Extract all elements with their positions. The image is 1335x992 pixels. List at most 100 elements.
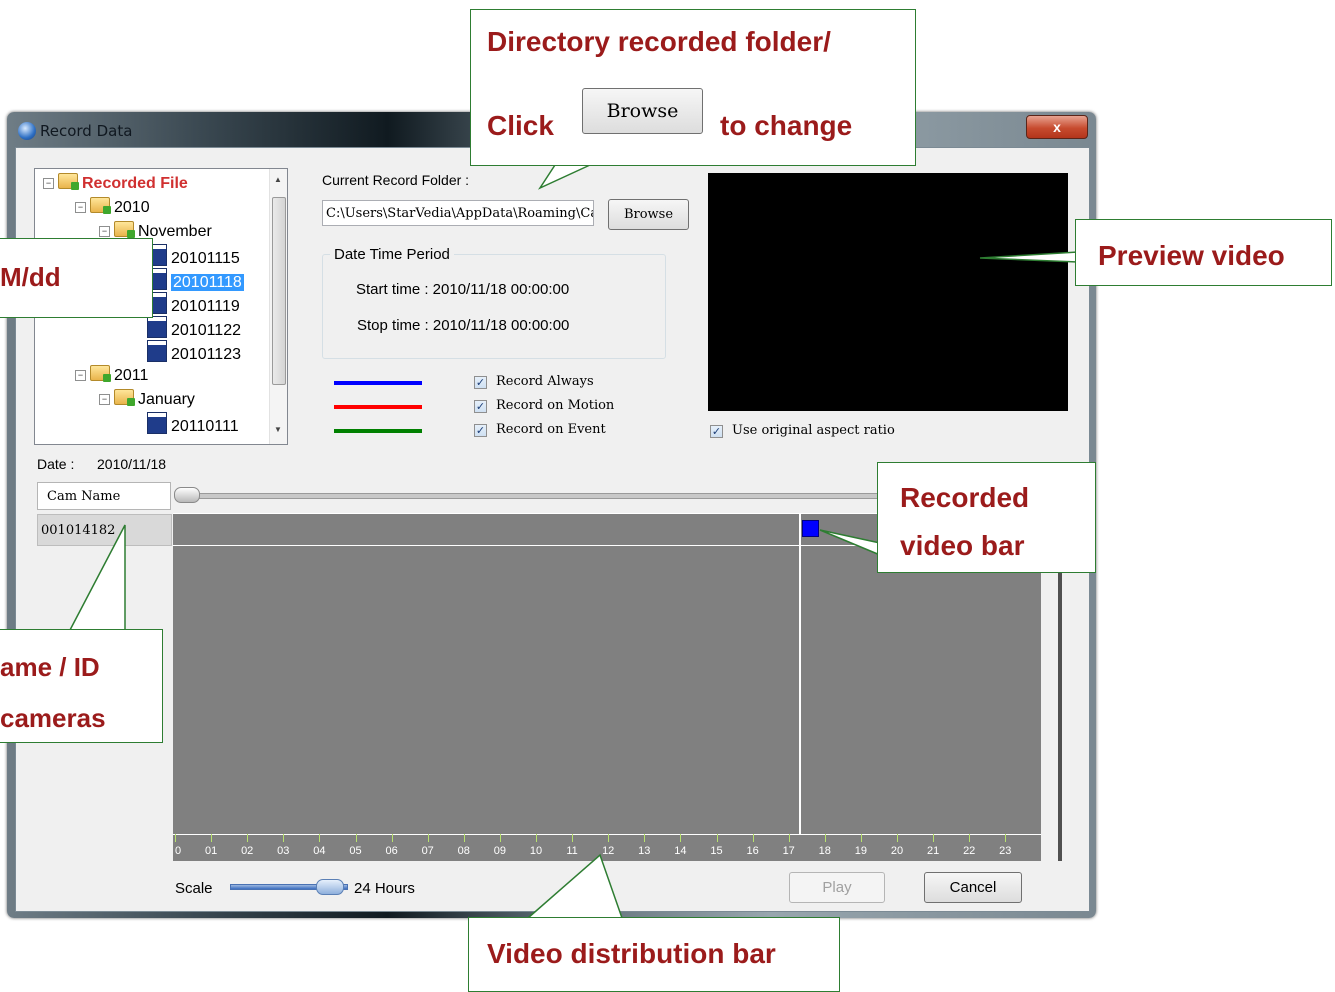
hour-tick-label: 09 <box>493 845 507 857</box>
hour-tick-label: 01 <box>204 845 218 857</box>
callout-distribution-text: Video distribution bar <box>487 938 776 969</box>
tree-day[interactable]: 20101122 <box>147 316 241 339</box>
camera-id-cell[interactable]: 001014182 <box>37 514 172 546</box>
tree-year-2011[interactable]: − 2011 <box>75 365 148 387</box>
hour-tick <box>319 834 321 842</box>
window-title: Record Data <box>40 122 133 140</box>
recorded-video-bar[interactable] <box>802 520 819 537</box>
legend-line-motion <box>334 405 422 409</box>
timeline-cursor[interactable] <box>799 513 801 834</box>
tree-day[interactable]: 20101123 <box>147 340 241 363</box>
hour-tick <box>536 834 537 842</box>
current-folder-label: Current Record Folder : <box>322 172 470 188</box>
record-on-motion-checkbox[interactable]: ✓ <box>474 400 487 413</box>
scale-label: Scale <box>175 880 213 897</box>
tree-scrollbar[interactable]: ▲ ▼ <box>269 169 287 444</box>
tree-day-label: 20110111 <box>171 418 239 435</box>
hour-tick-label: 12 <box>602 845 615 857</box>
tree-day-selected[interactable]: 20101118 <box>147 268 244 291</box>
hour-tick <box>644 834 646 842</box>
hour-tick-label: 18 <box>818 845 831 857</box>
hour-tick-label: 13 <box>638 845 651 857</box>
collapse-icon[interactable]: − <box>43 178 54 189</box>
aspect-ratio-checkbox[interactable]: ✓ <box>710 425 723 438</box>
cancel-button[interactable]: Cancel <box>924 872 1022 903</box>
hour-tick-label: 17 <box>782 845 795 857</box>
hour-tick <box>608 834 610 842</box>
scroll-up-icon[interactable]: ▲ <box>274 175 282 184</box>
collapse-icon[interactable]: − <box>99 394 110 405</box>
tree-day-label: 20101119 <box>171 298 240 315</box>
hour-tick-label: 20 <box>890 845 904 857</box>
record-always-checkbox[interactable]: ✓ <box>474 376 487 389</box>
callout-directory-line1: Directory recorded folder/ <box>487 26 831 57</box>
stop-time: Stop time : 2010/11/18 00:00:00 <box>357 317 570 334</box>
hour-tick <box>824 834 826 842</box>
hour-tick <box>680 834 682 842</box>
tree-root[interactable]: − Recorded File <box>43 173 188 195</box>
callout-camera-line1: ame / ID <box>0 652 100 682</box>
record-always-label: Record Always <box>496 374 594 389</box>
hour-tick <box>463 834 465 842</box>
scale-slider-thumb[interactable] <box>316 879 344 895</box>
collapse-icon[interactable]: − <box>75 370 86 381</box>
scroll-down-icon[interactable]: ▼ <box>274 425 282 434</box>
hour-tick-label: 11 <box>566 845 578 857</box>
legend-line-always <box>334 381 422 385</box>
tree-day-label: 20101123 <box>171 346 241 363</box>
record-folder-path[interactable]: C:\Users\StarVedia\AppData\Roaming\Car <box>322 200 594 226</box>
callout-date-format-text: M/dd <box>0 262 61 292</box>
cam-name-header[interactable]: Cam Name <box>37 482 171 510</box>
tree-root-label: Recorded File <box>82 175 188 192</box>
record-on-event-label: Record on Event <box>496 422 606 437</box>
app-icon <box>18 122 36 140</box>
collapse-icon[interactable]: − <box>99 226 110 237</box>
video-clip-icon <box>147 340 167 362</box>
tree-day-label: 20101122 <box>171 322 241 339</box>
hour-tick-label: 02 <box>241 845 254 857</box>
hour-tick-label: 15 <box>710 845 723 857</box>
tree-month-january[interactable]: − January <box>99 389 195 411</box>
hour-tick <box>499 834 501 842</box>
date-time-period-title: Date Time Period <box>330 246 454 263</box>
tree-day-label: 20101115 <box>171 250 240 267</box>
hour-tick <box>355 834 357 842</box>
browse-button[interactable]: Browse <box>608 199 689 230</box>
hour-tick-label: 04 <box>313 845 326 857</box>
tree-day[interactable]: 20110111 <box>147 412 239 435</box>
timeline-axis <box>173 834 1041 835</box>
callout-camera-line2: cameras <box>0 703 106 733</box>
scroll-thumb[interactable] <box>272 197 286 385</box>
tree-year-2010[interactable]: − 2010 <box>75 197 150 219</box>
callout-preview-text: Preview video <box>1098 240 1285 271</box>
folder-icon <box>114 389 135 406</box>
collapse-icon[interactable]: − <box>75 202 86 213</box>
tree-month-label: January <box>138 391 195 408</box>
record-on-motion-label: Record on Motion <box>496 398 615 413</box>
date-time-period-group <box>322 254 666 359</box>
video-clip-icon <box>147 316 167 338</box>
hour-tick-label: 19 <box>854 845 868 857</box>
hour-tick <box>391 834 393 842</box>
legend-line-event <box>334 429 422 433</box>
date-value: 2010/11/18 <box>97 456 167 472</box>
tree-day[interactable]: 20101119 <box>147 292 240 315</box>
hour-tick <box>933 834 935 842</box>
callout-directory-click: Click <box>487 110 554 141</box>
hour-tick-label: 21 <box>926 845 940 857</box>
tree-day[interactable]: 20101115 <box>147 244 240 267</box>
hour-tick <box>283 834 285 842</box>
tree-year-label: 2011 <box>114 367 149 384</box>
start-time: Start time : 2010/11/18 00:00:00 <box>356 281 570 298</box>
record-on-event-checkbox[interactable]: ✓ <box>474 424 487 437</box>
hour-tick <box>211 834 213 842</box>
play-button[interactable]: Play <box>789 872 885 903</box>
close-button[interactable]: x <box>1026 115 1088 139</box>
hour-tick-label: 10 <box>529 845 543 857</box>
timeline-slider-thumb[interactable] <box>174 487 200 503</box>
folder-icon <box>58 173 79 190</box>
hour-tick-label: 05 <box>349 845 362 857</box>
folder-icon <box>90 365 111 382</box>
hour-tick <box>969 834 971 842</box>
hour-tick-label: 06 <box>385 845 398 857</box>
